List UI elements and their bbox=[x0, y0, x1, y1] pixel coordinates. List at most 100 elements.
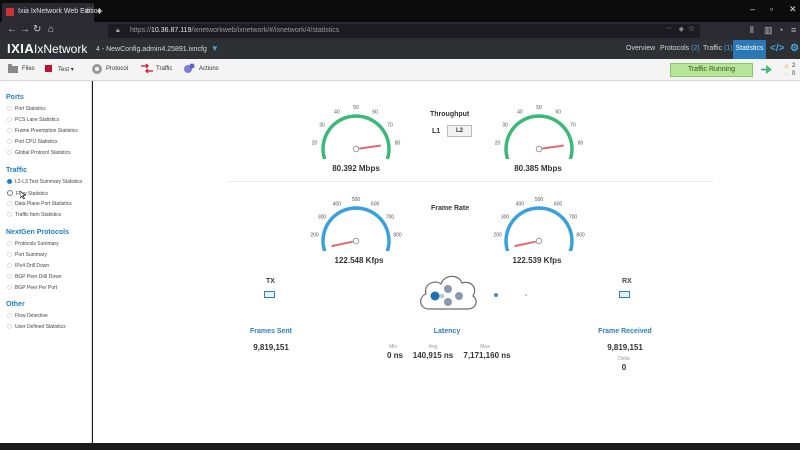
protocol-icon bbox=[92, 64, 102, 74]
sidebar-item-user-defined[interactable]: User Defined Statistics bbox=[7, 324, 66, 330]
sidebar-section-other: Other bbox=[6, 301, 25, 308]
latency-max-value: 7,171,160 ns bbox=[463, 351, 511, 360]
sidebar-item-frame-preemption[interactable]: Frame Preemption Statistics bbox=[7, 128, 78, 134]
radio-icon bbox=[7, 106, 12, 111]
maximize-icon[interactable]: ▫ bbox=[770, 4, 773, 14]
gauge-tick-label: 60 bbox=[372, 110, 378, 116]
radio-icon bbox=[7, 274, 12, 279]
play-icon[interactable] bbox=[761, 64, 773, 75]
sidebar-item-pcs-lane[interactable]: PCS Lane Statistics bbox=[7, 117, 59, 123]
files-icon bbox=[8, 64, 18, 73]
code-icon[interactable]: </> bbox=[770, 43, 784, 54]
browser-tab[interactable]: Ixia IxNetwork Web Edition × bbox=[2, 3, 102, 22]
sidebar-item-traffic-item[interactable]: Traffic Item Statistics bbox=[7, 212, 61, 218]
app-header: IXIA IxNetwork 4 - NewConfig.admin4.2589… bbox=[0, 40, 800, 59]
l1-toggle[interactable]: L1 bbox=[432, 128, 440, 135]
gauge-arc bbox=[504, 114, 574, 159]
library-icon[interactable]: ⫴ bbox=[750, 25, 754, 36]
gauge-needle bbox=[514, 240, 536, 248]
warning-icon[interactable]: ⚠ bbox=[784, 63, 789, 70]
pocket-icon[interactable]: ◈ bbox=[679, 25, 684, 33]
reload-icon[interactable]: ↻ bbox=[33, 24, 41, 35]
sidebar-section-nextgen: NextGen Protocols bbox=[6, 229, 70, 236]
gauge-tick-label: 600 bbox=[371, 202, 380, 208]
frames-sent-value: 9,819,151 bbox=[253, 343, 289, 352]
sidebar-toggle-icon[interactable]: ▥ bbox=[764, 25, 773, 36]
sidebar-item-port-cpu[interactable]: Port CPU Statistics bbox=[7, 139, 58, 145]
radio-icon bbox=[7, 212, 12, 217]
forward-icon[interactable]: → bbox=[20, 24, 30, 35]
radio-icon bbox=[7, 179, 12, 184]
radio-icon bbox=[7, 252, 12, 257]
nav-overview[interactable]: Overview bbox=[626, 45, 655, 52]
gauge-tick-label: 500 bbox=[535, 197, 544, 203]
menu-icon[interactable]: ≡ bbox=[791, 25, 796, 35]
traffic-menu[interactable]: Traffic bbox=[156, 66, 172, 72]
sidebar-item-l2l3-summary[interactable]: L2-L3 Test Summary Statistics bbox=[7, 179, 82, 185]
gauge-tick-label: 80 bbox=[578, 140, 584, 146]
minimize-icon[interactable]: – bbox=[750, 4, 755, 14]
gear-icon[interactable]: ⚙ bbox=[790, 43, 799, 54]
divider bbox=[228, 181, 713, 182]
close-tab-icon[interactable]: × bbox=[85, 6, 90, 16]
gauge-tick-label: 30 bbox=[319, 122, 325, 128]
sidebar-item-flow-detective[interactable]: Flow Detective bbox=[7, 313, 48, 319]
delta-label: Delta bbox=[618, 356, 630, 362]
sidebar-item-data-plane[interactable]: Data Plane Port Statistics bbox=[7, 201, 72, 207]
sidebar-item-global-protocol[interactable]: Global Protocol Statistics bbox=[7, 150, 71, 156]
sidebar-section-ports: Ports bbox=[6, 94, 24, 101]
sidebar-item-flow-statistics[interactable]: Flow Statistics bbox=[7, 190, 48, 197]
sidebar-item-ipv4-drill-down[interactable]: IPv4 Drill Down bbox=[7, 263, 49, 269]
radio-icon bbox=[7, 139, 12, 144]
ixia-logo: IXIA bbox=[7, 41, 35, 56]
test-menu[interactable]: Test ▾ bbox=[58, 66, 74, 73]
actions-menu[interactable]: Actions bbox=[199, 66, 219, 72]
sidebar-item-bgp-peer-per-port[interactable]: BGP Peer Per Port bbox=[7, 285, 57, 291]
test-menu-label: Test bbox=[58, 67, 70, 73]
gauge-needle bbox=[331, 240, 353, 248]
page-actions-icon[interactable]: ··· bbox=[665, 25, 672, 32]
sidebar-item-label: IPv4 Drill Down bbox=[15, 263, 50, 269]
error-icon[interactable]: ⚠ bbox=[784, 71, 789, 78]
toolbar: Files Test ▾ Protocol Traffic Actions Tr… bbox=[0, 59, 800, 81]
sidebar-item-label: Port CPU Statistics bbox=[15, 139, 58, 145]
frames-received-value: 9,819,151 bbox=[607, 343, 643, 352]
gauge-hub bbox=[352, 145, 360, 153]
product-name: IxNetwork bbox=[34, 42, 88, 56]
browser-tab-bar: Ixia IxNetwork Web Edition × + – ▫ ✕ bbox=[0, 0, 800, 22]
gauge-tick-label: 40 bbox=[517, 110, 523, 116]
url-bar[interactable]: 🔒︎ https://10.36.87.119/ixnetworkweb/ixn… bbox=[108, 24, 700, 38]
gauge-arc bbox=[504, 206, 574, 251]
traffic-status-badge: Traffic Running bbox=[670, 63, 753, 77]
gauge-tick-label: 50 bbox=[536, 105, 542, 111]
bookmark-star-icon[interactable]: ☆ bbox=[688, 24, 695, 33]
sidebar-item-bgp-peer-drill-down[interactable]: BGP Peer Drill Down bbox=[7, 274, 62, 280]
gauge-tick-label: 600 bbox=[554, 202, 563, 208]
gauge-tick-label: 700 bbox=[386, 214, 395, 220]
home-icon[interactable]: ⌂ bbox=[48, 24, 54, 35]
radio-icon bbox=[7, 241, 12, 246]
l2-toggle[interactable]: L2 bbox=[447, 125, 472, 137]
nav-statistics[interactable]: Statistics bbox=[733, 40, 766, 59]
gauge-needle bbox=[359, 144, 381, 150]
sidebar-item-label: Traffic Item Statistics bbox=[15, 212, 62, 218]
account-icon[interactable]: ◔ bbox=[778, 25, 783, 35]
gauge-arc bbox=[321, 206, 391, 251]
sidebar-item-port-statistics[interactable]: Port Statistics bbox=[7, 106, 46, 112]
nav-traffic[interactable]: Traffic (1) bbox=[703, 45, 733, 52]
close-window-icon[interactable]: ✕ bbox=[789, 4, 797, 15]
files-menu[interactable]: Files bbox=[22, 66, 35, 72]
back-icon[interactable]: ← bbox=[7, 24, 17, 35]
sidebar-item-port-summary[interactable]: Port Summary bbox=[7, 252, 47, 258]
frames-sent-title: Frames Sent bbox=[249, 328, 293, 335]
protocol-menu[interactable]: Protocol bbox=[106, 66, 128, 72]
nav-traffic-label: Traffic bbox=[703, 45, 723, 52]
framerate-rx-value: 122.539 Kfps bbox=[512, 256, 562, 265]
nav-protocols[interactable]: Protocols (2) bbox=[660, 45, 700, 52]
config-selector[interactable]: 4 - NewConfig.admin4.25891.ixncfg ▼ bbox=[96, 44, 219, 53]
framerate-tx-value: 122.548 Kfps bbox=[334, 256, 384, 265]
sidebar-item-protocols-summary[interactable]: Protocols Summary bbox=[7, 241, 59, 247]
framerate-title: Frame Rate bbox=[431, 205, 470, 212]
browser-nav-bar: ← → ↻ ⌂ 🔒︎ https://10.36.87.119/ixnetwor… bbox=[0, 22, 800, 40]
new-tab-icon[interactable]: + bbox=[96, 4, 103, 18]
